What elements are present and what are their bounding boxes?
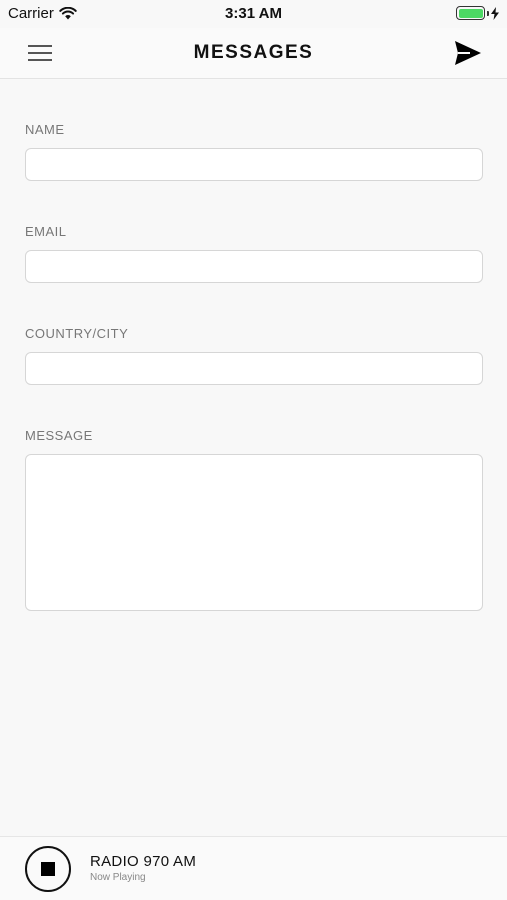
country-city-label: COUNTRY/CITY — [25, 326, 129, 341]
battery-icon — [456, 6, 485, 20]
stop-button[interactable] — [25, 846, 71, 892]
message-textarea[interactable] — [25, 454, 483, 611]
player-bar: RADIO 970 AM Now Playing — [0, 836, 507, 900]
battery-cap — [487, 10, 489, 16]
now-playing-label: Now Playing — [90, 872, 146, 883]
status-time: 3:31 AM — [225, 5, 282, 22]
navigation-bar: MESSAGES — [0, 28, 507, 79]
name-field[interactable] — [25, 148, 483, 181]
status-bar: Carrier 3:31 AM — [0, 0, 507, 28]
messages-screen: Carrier 3:31 AM MESSAGES NAME EMAIL COUN… — [0, 0, 507, 900]
email-field[interactable] — [25, 250, 483, 283]
paper-plane-icon — [455, 41, 481, 65]
send-button[interactable] — [454, 40, 482, 66]
message-label: MESSAGE — [25, 428, 93, 443]
country-city-field[interactable] — [25, 352, 483, 385]
battery-indicator — [456, 6, 499, 20]
station-name: RADIO 970 AM — [90, 853, 197, 870]
charging-bolt-icon — [491, 6, 499, 20]
email-label: EMAIL — [25, 224, 67, 239]
page-title: MESSAGES — [193, 42, 314, 63]
stop-icon — [41, 862, 55, 876]
battery-level — [458, 8, 483, 18]
message-form: NAME EMAIL COUNTRY/CITY MESSAGE — [25, 79, 483, 611]
name-label: NAME — [25, 122, 65, 137]
